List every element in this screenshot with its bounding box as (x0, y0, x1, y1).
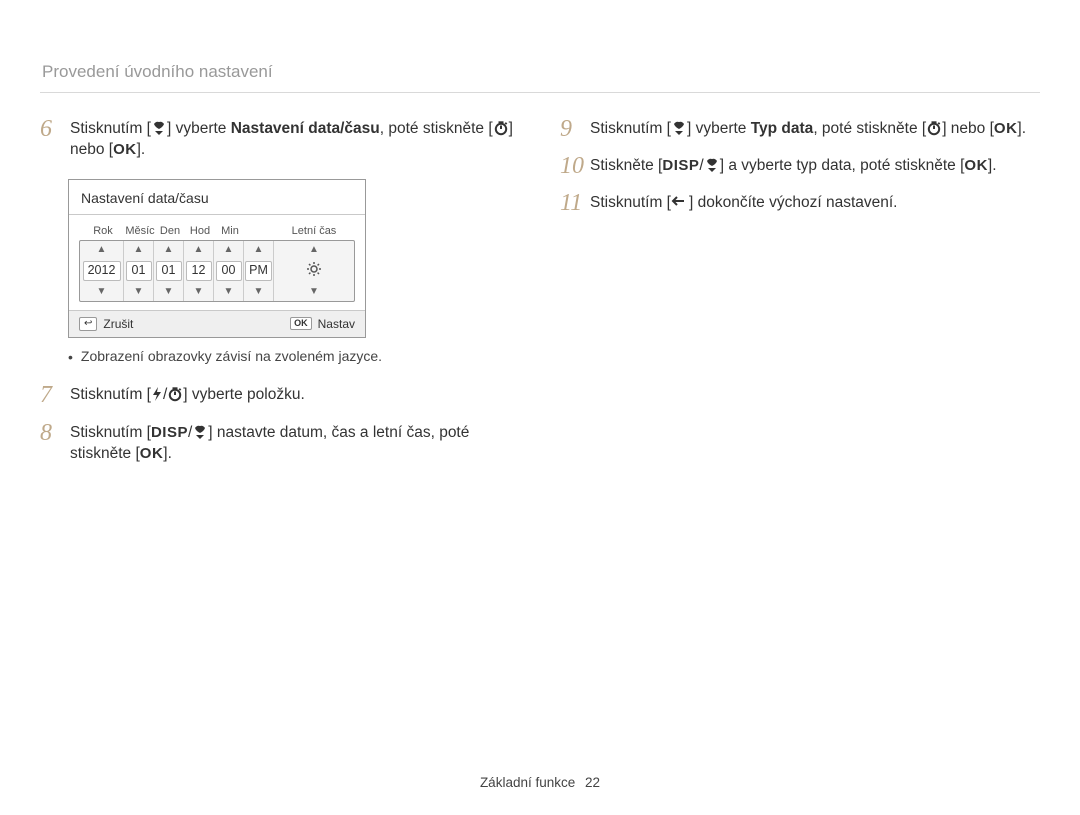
right-column: 9 Stisknutím [] vyberte Typ data, poté s… (560, 117, 1040, 476)
back-icon: ↩ (79, 317, 97, 331)
step-text: Stisknutím [DISP/] nastavte datum, čas a… (70, 421, 520, 465)
content-columns: 6 Stisknutím [] vyberte Nastavení data/č… (40, 117, 1040, 476)
disp-icon: DISP (151, 424, 188, 441)
ok-icon: OK (290, 317, 312, 330)
flash-icon (151, 386, 163, 402)
macro-down-icon (704, 157, 720, 173)
footer-page-number: 22 (585, 775, 600, 790)
spinner-dst[interactable]: ▲ ▼ (274, 241, 354, 301)
ok-icon: OK (113, 141, 137, 158)
step-text: Stisknutím [] vyberte Nastavení data/čas… (70, 117, 520, 161)
spinner-ampm[interactable]: ▲ PM ▼ (244, 241, 274, 301)
timer-icon (926, 120, 942, 136)
page-footer: Základní funkce 22 (0, 775, 1080, 790)
footer-section: Základní funkce (480, 775, 575, 790)
macro-down-icon (192, 424, 208, 440)
step-number: 11 (560, 191, 590, 216)
bold-term: Nastavení data/času (231, 120, 380, 137)
step-7: 7 Stisknutím [/] vyberte položku. (40, 383, 520, 408)
bold-term: Typ data (751, 120, 814, 137)
ok-icon: OK (140, 445, 164, 462)
chevron-up-icon[interactable]: ▲ (97, 243, 107, 257)
chevron-down-icon[interactable]: ▼ (194, 285, 204, 299)
device-screen: Nastavení data/času Rok Měsíc Den Hod Mi… (68, 179, 366, 338)
step-number: 8 (40, 421, 70, 446)
step-number: 6 (40, 117, 70, 142)
spinner-min[interactable]: ▲ 00 ▼ (214, 241, 244, 301)
chevron-up-icon[interactable]: ▲ (134, 243, 144, 257)
device-title: Nastavení data/času (69, 180, 365, 214)
macro-down-icon (671, 120, 687, 136)
ok-icon: OK (964, 157, 988, 174)
chevron-down-icon[interactable]: ▼ (224, 285, 234, 299)
chevron-down-icon[interactable]: ▼ (134, 285, 144, 299)
set-label: Nastav (318, 317, 355, 331)
left-column: 6 Stisknutím [] vyberte Nastavení data/č… (40, 117, 520, 476)
step-number: 10 (560, 154, 590, 179)
cancel-label: Zrušit (103, 317, 133, 331)
page-header: Provedení úvodního nastavení (40, 62, 1040, 82)
step-8: 8 Stisknutím [DISP/] nastavte datum, čas… (40, 421, 520, 465)
page: Provedení úvodního nastavení 6 Stisknutí… (0, 0, 1080, 815)
timer-icon (167, 386, 183, 402)
chevron-down-icon[interactable]: ▼ (97, 285, 107, 299)
return-icon (671, 194, 689, 210)
spinner-year[interactable]: ▲ 2012 ▼ (80, 241, 124, 301)
sun-icon (301, 259, 327, 283)
chevron-down-icon[interactable]: ▼ (164, 285, 174, 299)
step-10: 10 Stiskněte [DISP/] a vyberte typ data,… (560, 154, 1040, 179)
note: • Zobrazení obrazovky závisí na zvoleném… (68, 348, 520, 368)
spinner-day[interactable]: ▲ 01 ▼ (154, 241, 184, 301)
step-text: Stisknutím [] vyberte Typ data, poté sti… (590, 117, 1040, 140)
chevron-up-icon[interactable]: ▲ (309, 243, 319, 257)
chevron-up-icon[interactable]: ▲ (224, 243, 234, 257)
spinner-hour[interactable]: ▲ 12 ▼ (184, 241, 214, 301)
disp-icon: DISP (662, 157, 699, 174)
step-text: Stiskněte [DISP/] a vyberte typ data, po… (590, 154, 1040, 177)
chevron-down-icon[interactable]: ▼ (254, 285, 264, 299)
chevron-up-icon[interactable]: ▲ (194, 243, 204, 257)
step-text: Stisknutím [/] vyberte položku. (70, 383, 520, 406)
step-number: 9 (560, 117, 590, 142)
timer-icon (493, 120, 509, 136)
device-footer: ↩ Zrušit OK Nastav (69, 310, 365, 337)
step-11: 11 Stisknutím [] dokončíte výchozí nasta… (560, 191, 1040, 216)
spinner-row: ▲ 2012 ▼ ▲ 01 ▼ ▲ 01 ▼ (79, 240, 355, 302)
step-number: 7 (40, 383, 70, 408)
spinner-month[interactable]: ▲ 01 ▼ (124, 241, 154, 301)
step-text: Stisknutím [] dokončíte výchozí nastaven… (590, 191, 1040, 214)
chevron-up-icon[interactable]: ▲ (254, 243, 264, 257)
macro-down-icon (151, 120, 167, 136)
chevron-down-icon[interactable]: ▼ (309, 285, 319, 299)
header-rule (40, 92, 1040, 93)
ok-icon: OK (994, 120, 1018, 137)
step-6: 6 Stisknutím [] vyberte Nastavení data/č… (40, 117, 520, 161)
step-9: 9 Stisknutím [] vyberte Typ data, poté s… (560, 117, 1040, 142)
column-labels: Rok Měsíc Den Hod Min Letní čas (79, 225, 355, 237)
chevron-up-icon[interactable]: ▲ (164, 243, 174, 257)
bullet-icon: • (68, 348, 73, 368)
